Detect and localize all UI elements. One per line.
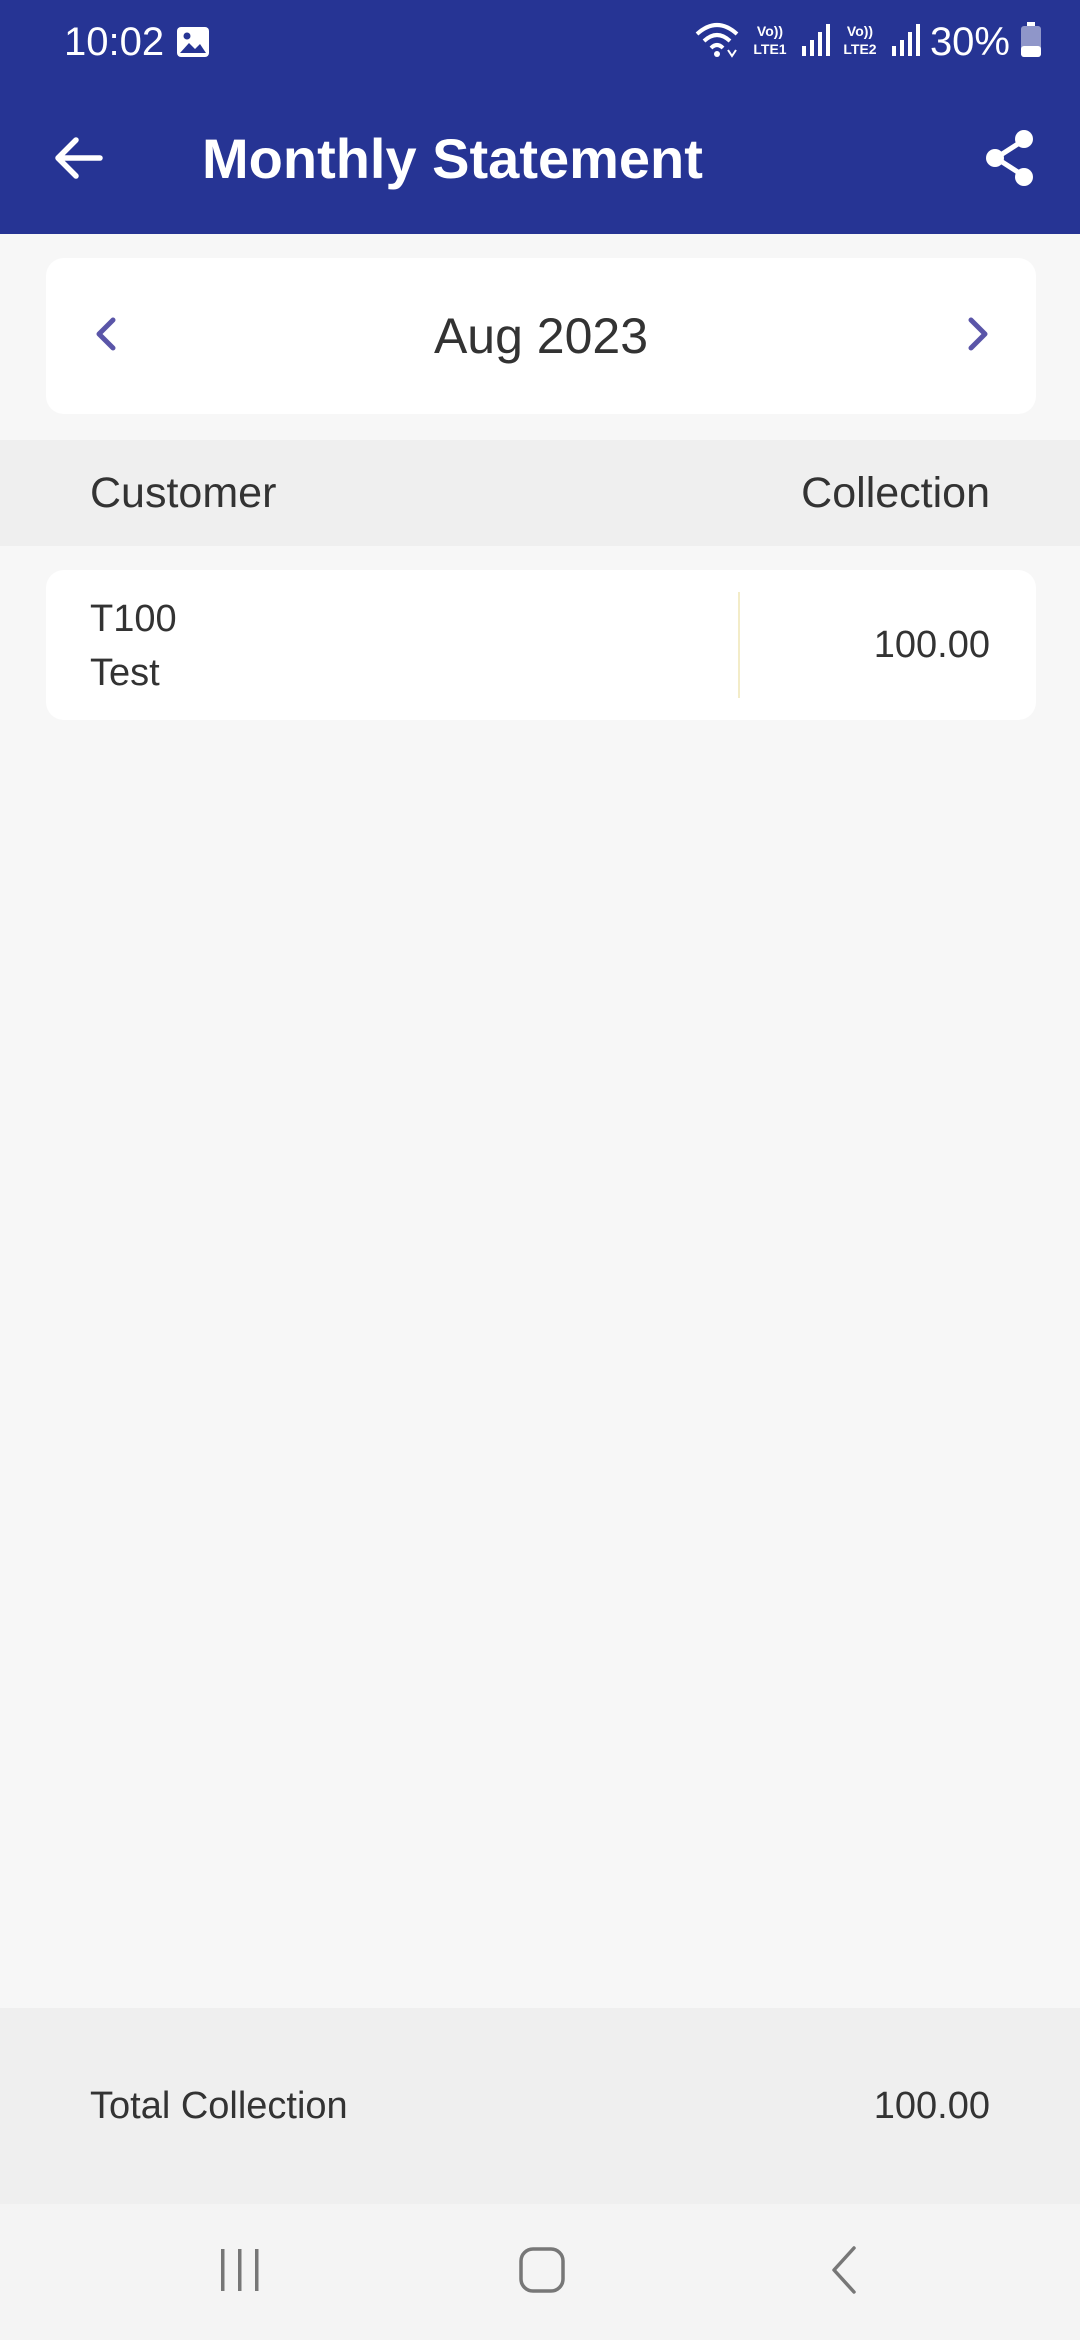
signal-icon (800, 22, 830, 63)
system-nav-bar (0, 2204, 1080, 2340)
svg-text:Vo)): Vo)) (847, 23, 873, 39)
battery-percentage: 30% (929, 20, 1010, 64)
volte-lte1-icon: Vo)) LTE1 (750, 20, 790, 65)
chevron-left-icon (91, 314, 121, 359)
svg-text:LTE1: LTE1 (753, 41, 786, 57)
share-button[interactable] (970, 120, 1050, 200)
recents-button[interactable] (200, 2232, 280, 2312)
home-icon (518, 2246, 566, 2299)
table-header: Customer Collection (0, 440, 1080, 546)
collection-amount: 100.00 (873, 624, 990, 666)
svg-text:Vo)): Vo)) (757, 23, 783, 39)
next-month-button[interactable] (938, 296, 1018, 376)
header-customer: Customer (90, 469, 277, 517)
share-icon (982, 128, 1038, 193)
total-label: Total Collection (90, 2085, 348, 2127)
home-button[interactable] (502, 2232, 582, 2312)
customer-code: T100 (90, 598, 177, 640)
header-collection: Collection (801, 469, 990, 517)
recents-icon (215, 2247, 265, 2298)
month-label: Aug 2023 (433, 308, 649, 364)
month-selector: Aug 2023 (46, 258, 1036, 414)
customer-name: Test (90, 652, 160, 694)
page-title: Monthly Statement (202, 127, 703, 190)
back-button[interactable] (40, 122, 116, 198)
chevron-left-icon (826, 2244, 862, 2301)
battery-icon (1020, 21, 1042, 63)
toolbar: Monthly Statement (0, 84, 1080, 234)
arrow-left-icon (52, 136, 104, 185)
status-icons: Vo)) LTE1 Vo)) LTE2 30% (694, 14, 1042, 70)
chevron-right-icon (963, 314, 993, 359)
signal-icon (890, 22, 920, 63)
system-back-button[interactable] (804, 2232, 884, 2312)
volte-lte2-icon: Vo)) LTE2 (840, 20, 880, 65)
total-bar: Total Collection 100.00 (0, 2008, 1080, 2204)
row-divider (738, 592, 740, 698)
app-header: 10:02 Vo)) LTE1 Vo)) LTE2 30% Monthly St… (0, 0, 1080, 234)
wifi-icon (694, 20, 740, 65)
previous-month-button[interactable] (66, 296, 146, 376)
svg-text:LTE2: LTE2 (843, 41, 876, 57)
status-time: 10:02 (64, 20, 165, 64)
gallery-icon (176, 26, 210, 58)
total-value: 100.00 (873, 2085, 990, 2127)
table-row[interactable]: T100 Test 100.00 (46, 570, 1036, 720)
status-bar: 10:02 Vo)) LTE1 Vo)) LTE2 30% (0, 0, 1080, 84)
